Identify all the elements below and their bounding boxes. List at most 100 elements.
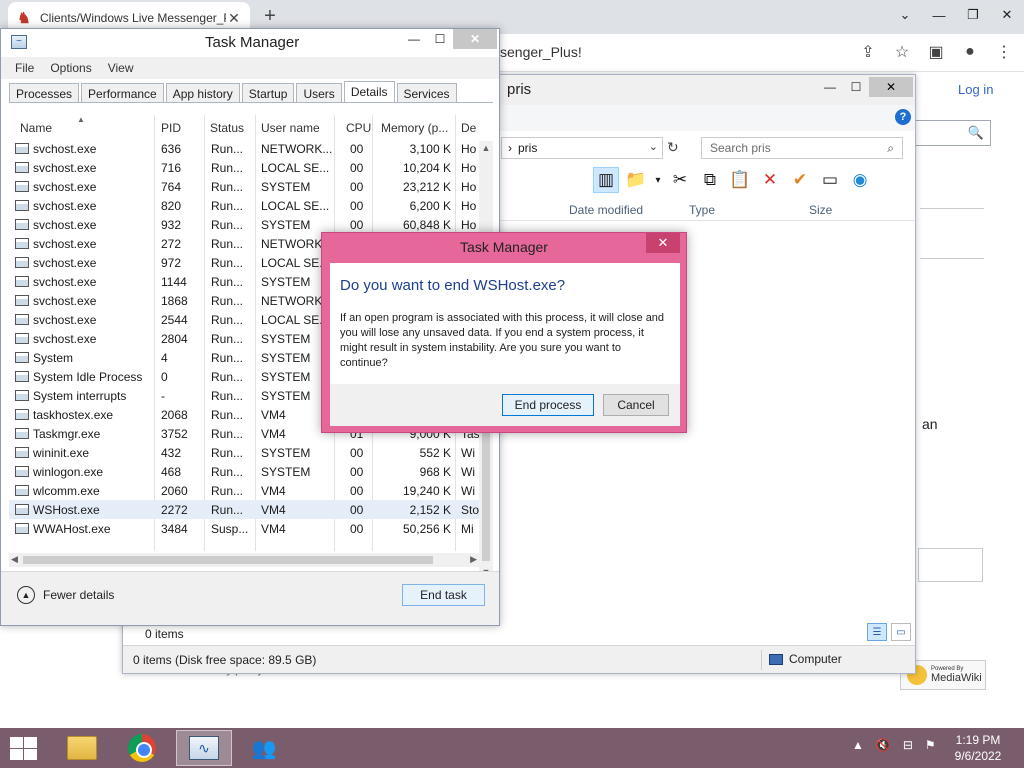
process-status: Run... (211, 332, 244, 346)
tab-startup[interactable]: Startup (241, 83, 295, 103)
table-row[interactable]: wininit.exe 432 Run... SYSTEM 00 552 K Wi (9, 443, 479, 462)
side-panel-icon[interactable]: ▣ (924, 40, 948, 64)
delete-icon[interactable]: ✕ (757, 167, 783, 193)
table-row[interactable]: svchost.exe 716 Run... LOCAL SE... 00 10,204 … (9, 158, 479, 177)
column-description[interactable]: De (461, 121, 476, 135)
close-button[interactable]: ✕ (990, 0, 1024, 30)
table-row[interactable]: svchost.exe 820 Run... LOCAL SE... 00 6,200 K… (9, 196, 479, 215)
task-manager-titlebar[interactable]: ~ Task Manager — ☐ ✕ (1, 29, 499, 57)
horizontal-scrollbar[interactable]: ◀ ▶ (9, 553, 479, 567)
properties-check-icon[interactable]: ✔ (787, 167, 813, 193)
scrollbar-thumb[interactable] (23, 556, 433, 564)
close-button[interactable]: ✕ (869, 77, 913, 97)
address-bar-text[interactable]: senger_Plus! (500, 44, 582, 60)
minimize-button[interactable]: — (817, 77, 843, 97)
table-row[interactable]: svchost.exe 636 Run... NETWORK... 00 3,100 K H… (9, 139, 479, 158)
process-cpu: 00 (350, 465, 364, 479)
chevron-down-icon[interactable]: ▾ (653, 167, 663, 193)
chevron-down-icon[interactable]: ⌄ (888, 0, 922, 30)
fewer-details-button[interactable]: ▲ Fewer details (17, 586, 114, 604)
close-tab-icon[interactable]: ✕ (226, 10, 242, 27)
taskbar-task-manager[interactable]: ∿ (176, 730, 232, 766)
large-icons-view-icon[interactable]: ▭ (891, 623, 911, 641)
profile-icon[interactable]: ● (958, 40, 982, 64)
end-task-button[interactable]: End task (402, 584, 485, 606)
network-icon[interactable]: ⊟ (903, 738, 913, 752)
table-row[interactable]: svchost.exe 764 Run... SYSTEM 00 23,212 K Ho (9, 177, 479, 196)
action-center-icon[interactable]: ⚑ (925, 738, 936, 752)
preview-pane-icon[interactable]: ▥ (593, 167, 619, 193)
restore-button[interactable]: ❐ (956, 0, 990, 30)
start-button[interactable] (8, 736, 38, 760)
taskbar-messenger[interactable]: 👥 (236, 730, 292, 766)
tab-performance[interactable]: Performance (81, 83, 164, 103)
process-icon (15, 466, 29, 477)
scroll-left-icon[interactable]: ◀ (11, 554, 18, 565)
maximize-button[interactable]: ☐ (843, 77, 869, 97)
column-type[interactable]: Type (689, 203, 715, 217)
column-name[interactable]: Name (20, 121, 52, 135)
tab-users[interactable]: Users (296, 83, 342, 103)
paste-icon[interactable]: 📋 (727, 167, 753, 193)
menu-file[interactable]: File (7, 57, 42, 79)
process-status: Run... (211, 427, 244, 441)
details-view-icon[interactable]: ☰ (867, 623, 887, 641)
column-date-modified[interactable]: Date modified (569, 203, 643, 217)
breadcrumb-item[interactable]: pris (518, 141, 537, 155)
volume-muted-icon[interactable]: 🔇 (876, 738, 891, 752)
share-icon[interactable]: ⇪ (856, 40, 880, 64)
tab-app-history[interactable]: App history (165, 83, 240, 103)
maximize-button[interactable]: ☐ (427, 29, 453, 49)
chevron-up-icon[interactable]: ▲ (852, 738, 864, 752)
globe-icon[interactable]: ◉ (847, 167, 873, 193)
end-process-button[interactable]: End process (502, 394, 594, 416)
help-icon[interactable]: ? (895, 109, 911, 125)
scroll-right-icon[interactable]: ▶ (470, 554, 477, 565)
table-row[interactable]: WSHost.exe 2272 Run... VM4 00 2,152 K Sto (9, 500, 479, 519)
process-description: Ho (461, 218, 477, 232)
close-button[interactable]: ✕ (453, 29, 497, 49)
menu-options[interactable]: Options (42, 57, 99, 79)
wiki-search-input[interactable]: 🔍 (915, 120, 991, 146)
column-status[interactable]: Status (210, 121, 244, 135)
column-cpu[interactable]: CPU (346, 121, 371, 135)
taskbar-clock[interactable]: 1:19 PM 9/6/2022 (950, 732, 1006, 764)
minimize-button[interactable]: — (922, 0, 956, 30)
taskbar-file-explorer[interactable] (54, 730, 110, 766)
rename-icon[interactable]: ▭ (817, 167, 843, 193)
folder-options-icon[interactable]: 📁 (623, 167, 649, 193)
tab-details[interactable]: Details (343, 81, 395, 103)
login-link[interactable]: Log in (958, 82, 993, 97)
refresh-icon[interactable]: ↻ (667, 139, 679, 156)
column-pid[interactable]: PID (161, 121, 181, 135)
cut-icon[interactable]: ✂ (667, 167, 693, 193)
column-memory[interactable]: Memory (p... (381, 121, 448, 135)
column-user-name[interactable]: User name (261, 121, 320, 135)
search-icon[interactable]: 🔍 (968, 125, 984, 141)
menu-view[interactable]: View (100, 57, 142, 79)
search-icon[interactable]: ⌕ (887, 141, 894, 156)
new-tab-button[interactable]: + (260, 6, 280, 26)
dialog-close-icon[interactable]: ✕ (646, 233, 680, 253)
process-name: wlcomm.exe (33, 484, 100, 498)
table-row[interactable]: winlogon.exe 468 Run... SYSTEM 00 968 K Wi (9, 462, 479, 481)
breadcrumb[interactable]: › pris ⌄ (501, 137, 663, 159)
chevron-down-icon[interactable]: ⌄ (649, 140, 658, 153)
tab-services[interactable]: Services (396, 83, 457, 103)
process-icon (15, 238, 29, 249)
cancel-button[interactable]: Cancel (603, 394, 669, 416)
chevron-right-icon: › (508, 141, 512, 155)
minimize-button[interactable]: — (401, 29, 427, 49)
copy-icon[interactable]: ⧉ (697, 167, 723, 193)
process-cpu: 00 (350, 180, 364, 194)
table-row[interactable]: WWAHost.exe 3484 Susp... VM4 00 50,256 K Mi (9, 519, 479, 538)
search-input[interactable]: Search pris ⌕ (701, 137, 903, 159)
taskbar-chrome[interactable] (114, 730, 170, 766)
tab-processes[interactable]: Processes (9, 83, 80, 103)
column-size[interactable]: Size (809, 203, 832, 217)
star-icon[interactable]: ☆ (890, 40, 914, 64)
table-row[interactable]: wlcomm.exe 2060 Run... VM4 00 19,240 K Wi (9, 481, 479, 500)
scroll-up-icon[interactable]: ▲ (479, 143, 493, 153)
menu-dots-icon[interactable]: ⋮ (992, 40, 1016, 64)
scrollbar-thumb[interactable] (482, 411, 490, 561)
